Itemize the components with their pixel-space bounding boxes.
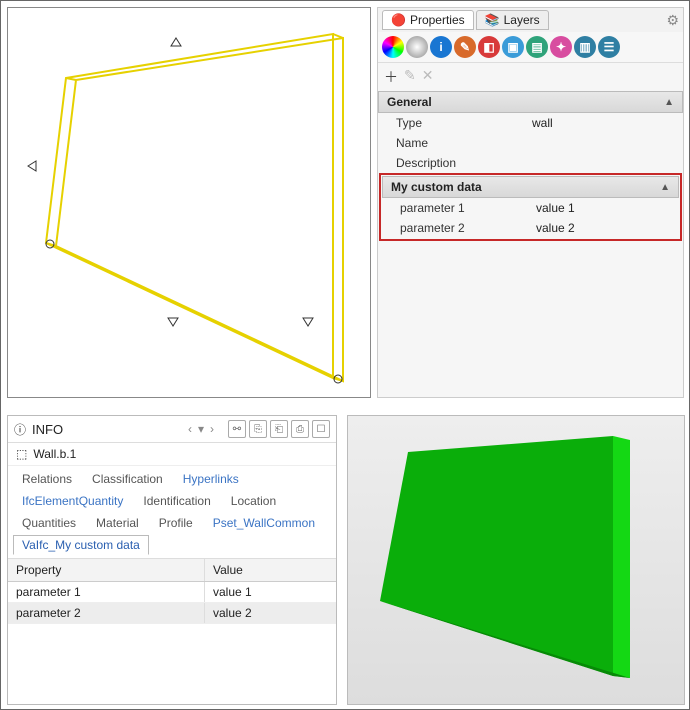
table-row[interactable]: parameter 1 value 1 — [8, 582, 336, 603]
box3-icon[interactable]: ✦ — [550, 36, 572, 58]
app-root: 🔴 Properties 📚 Layers ⚙ i ✎ ◧ ▣ ▤ ✦ ▥ ☰ … — [0, 0, 690, 710]
object-icon: ⬚ — [16, 447, 27, 461]
prop-row[interactable]: Name — [378, 133, 683, 153]
color-icon[interactable] — [382, 36, 404, 58]
box5-icon[interactable]: ☰ — [598, 36, 620, 58]
prop-value — [526, 156, 683, 170]
section-custom-header[interactable]: My custom data ▲ — [382, 176, 679, 198]
prop-value: wall — [526, 116, 683, 130]
render-viewport[interactable] — [347, 415, 685, 705]
clip2-icon[interactable]: ⎗ — [270, 420, 288, 438]
prop-key: Name — [378, 136, 526, 150]
prop-row[interactable]: Description — [378, 153, 683, 173]
clip3-icon[interactable]: ⎙ — [291, 420, 309, 438]
header-value: Value — [205, 559, 336, 581]
collapse-icon: ▲ — [660, 182, 670, 193]
tab-layers[interactable]: 📚 Layers — [476, 10, 549, 30]
clip1-icon[interactable]: ⎘ — [249, 420, 267, 438]
section-title: General — [387, 95, 432, 109]
nav-next-icon[interactable]: › — [210, 422, 214, 436]
nav-prev-icon[interactable]: ‹ — [188, 422, 192, 436]
info-tabs: Relations Classification Hyperlinks IfcE… — [8, 466, 336, 559]
prop-key: parameter 1 — [382, 201, 530, 215]
layers-icon: 📚 — [485, 13, 500, 27]
object-name-row: ⬚ Wall.b.1 — [8, 443, 336, 466]
tab-profile[interactable]: Profile — [150, 513, 202, 533]
property-icon-row: i ✎ ◧ ▣ ▤ ✦ ▥ ☰ — [378, 32, 683, 63]
section-general-header[interactable]: General ▲ — [378, 91, 683, 113]
info-tools: ⚯ ⎘ ⎗ ⎙ ☐ — [228, 420, 330, 438]
prop-row[interactable]: parameter 2 value 2 — [382, 218, 679, 238]
prop-row[interactable]: Type wall — [378, 113, 683, 133]
tab-label: Layers — [504, 13, 540, 27]
object-name: Wall.b.1 — [33, 447, 76, 461]
tab-classification[interactable]: Classification — [83, 469, 172, 489]
prop-value: value 1 — [530, 201, 679, 215]
info-icon: ⓘ — [14, 421, 26, 438]
property-actions: ＋ ✎ ✕ — [378, 63, 683, 91]
info-panel: ⓘ INFO ‹ ▾ › ⚯ ⎘ ⎗ ⎙ ☐ ⬚ Wall.b.1 Relati… — [7, 415, 337, 705]
render-drawing — [348, 416, 684, 704]
highlight-box: My custom data ▲ parameter 1 value 1 par… — [379, 173, 682, 241]
link-icon[interactable]: ⚯ — [228, 420, 246, 438]
wireframe-drawing — [8, 8, 370, 397]
tab-material[interactable]: Material — [87, 513, 148, 533]
tab-customdata[interactable]: VaIfc_My custom data — [13, 535, 149, 555]
section-title: My custom data — [391, 180, 482, 194]
add-icon[interactable]: ＋ — [384, 67, 398, 87]
header-property: Property — [8, 559, 205, 581]
gear-icon[interactable]: ⚙ — [666, 12, 679, 29]
tab-properties[interactable]: 🔴 Properties — [382, 10, 474, 30]
tab-hyperlinks[interactable]: Hyperlinks — [174, 469, 248, 489]
panel-tabbar: 🔴 Properties 📚 Layers ⚙ — [378, 8, 683, 32]
cell-value: value 2 — [205, 603, 336, 623]
wireframe-viewport[interactable] — [7, 7, 371, 398]
collapse-icon: ▲ — [664, 97, 674, 108]
nav-down-icon[interactable]: ▾ — [198, 422, 204, 436]
tab-label: Properties — [410, 13, 465, 27]
prop-value: value 2 — [530, 221, 679, 235]
delete-icon[interactable]: ✕ — [422, 67, 434, 87]
clip4-icon[interactable]: ☐ — [312, 420, 330, 438]
edit-icon[interactable]: ✎ — [404, 67, 416, 87]
cell-property: parameter 2 — [8, 603, 205, 623]
info-title: INFO — [32, 422, 63, 437]
cell-property: parameter 1 — [8, 582, 205, 602]
eraser-icon[interactable]: ◧ — [478, 36, 500, 58]
tab-psetwallcommon[interactable]: Pset_WallCommon — [204, 513, 324, 533]
box1-icon[interactable]: ▣ — [502, 36, 524, 58]
tab-location[interactable]: Location — [222, 491, 285, 511]
prop-value — [526, 136, 683, 150]
grid-header: Property Value — [8, 559, 336, 582]
info-nav: ‹ ▾ › — [188, 422, 214, 436]
tab-ifcelementquantity[interactable]: IfcElementQuantity — [13, 491, 132, 511]
prop-key: Type — [378, 116, 526, 130]
tab-relations[interactable]: Relations — [13, 469, 81, 489]
info-icon[interactable]: i — [430, 36, 452, 58]
properties-panel: 🔴 Properties 📚 Layers ⚙ i ✎ ◧ ▣ ▤ ✦ ▥ ☰ … — [377, 7, 684, 398]
cell-value: value 1 — [205, 582, 336, 602]
property-grid: Property Value parameter 1 value 1 param… — [8, 559, 336, 704]
info-header: ⓘ INFO ‹ ▾ › ⚯ ⎘ ⎗ ⎙ ☐ — [8, 416, 336, 443]
prop-row[interactable]: parameter 1 value 1 — [382, 198, 679, 218]
prop-key: parameter 2 — [382, 221, 530, 235]
box4-icon[interactable]: ▥ — [574, 36, 596, 58]
brush-icon[interactable]: ✎ — [454, 36, 476, 58]
prop-key: Description — [378, 156, 526, 170]
tab-quantities[interactable]: Quantities — [13, 513, 85, 533]
material-icon[interactable] — [406, 36, 428, 58]
tab-identification[interactable]: Identification — [134, 491, 219, 511]
table-row[interactable]: parameter 2 value 2 — [8, 603, 336, 624]
box2-icon[interactable]: ▤ — [526, 36, 548, 58]
rainbow-icon: 🔴 — [391, 13, 406, 27]
